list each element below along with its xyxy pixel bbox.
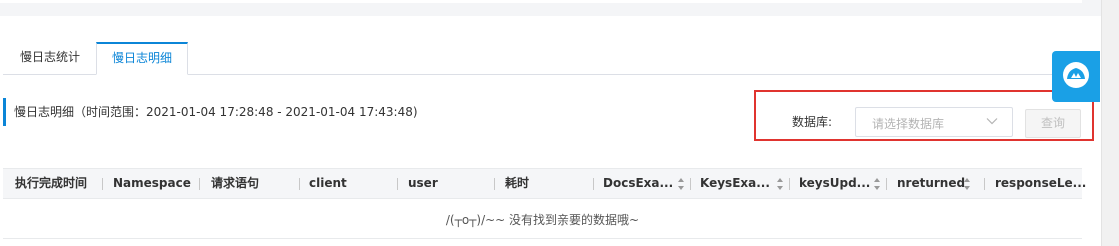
database-select-placeholder: 请选择数据库 [872, 117, 945, 131]
column-divider [984, 178, 985, 190]
column-header: user [408, 176, 438, 190]
column-header: Namespace [113, 176, 191, 190]
column-divider [593, 178, 594, 190]
column-divider [886, 178, 887, 190]
vertical-scrollbar[interactable] [1101, 0, 1119, 246]
column-divider [789, 178, 790, 190]
table-header: 执行完成时间 Namespace 请求语句 client user 耗时 Doc… [3, 168, 1086, 199]
database-select[interactable]: 请选择数据库 [855, 107, 1013, 137]
help-badge[interactable] [1052, 51, 1100, 102]
slow-log-table: 执行完成时间 Namespace 请求语句 client user 耗时 Doc… [3, 168, 1086, 240]
column-header: 执行完成时间 [15, 176, 88, 190]
column-header-sortable[interactable]: keysUpd... [799, 169, 870, 198]
empty-message: /(┬o┬)/~~ 没有找到亲要的数据哦~ [445, 213, 640, 227]
tab-slow-log-detail[interactable]: 慢日志明细 [96, 42, 188, 75]
column-header-sortable[interactable]: KeysExa... [700, 169, 770, 198]
query-button[interactable]: 查询 [1025, 109, 1081, 138]
column-header-sortable[interactable]: nreturned [897, 169, 965, 198]
column-header: responseLe... [995, 176, 1087, 190]
tab-bar: 慢日志统计 慢日志明细 [3, 42, 1082, 75]
chevron-down-icon [986, 118, 998, 125]
column-divider [199, 178, 200, 190]
column-divider [397, 178, 398, 190]
empty-row: /(┬o┬)/~~ 没有找到亲要的数据哦~ [3, 199, 1082, 239]
sort-icon[interactable] [776, 177, 784, 191]
column-header: client [309, 176, 347, 190]
section-title: 慢日志明细（时间范围：2021-01-04 17:28:48 - 2021-01… [3, 98, 418, 126]
help-badge-icon [1063, 62, 1089, 88]
tab-slow-log-stats[interactable]: 慢日志统计 [7, 42, 93, 73]
column-header: 耗时 [505, 176, 530, 190]
column-divider [102, 178, 103, 190]
sort-icon[interactable] [677, 177, 685, 191]
column-header: 请求语句 [211, 176, 260, 190]
sort-icon[interactable] [873, 177, 881, 191]
column-divider [494, 178, 495, 190]
sort-icon[interactable] [963, 177, 971, 191]
database-label: 数据库: [792, 115, 833, 129]
top-strip [0, 0, 1082, 3]
column-divider [690, 178, 691, 190]
column-header-sortable[interactable]: DocsExa... [603, 169, 673, 198]
column-divider [299, 178, 300, 190]
